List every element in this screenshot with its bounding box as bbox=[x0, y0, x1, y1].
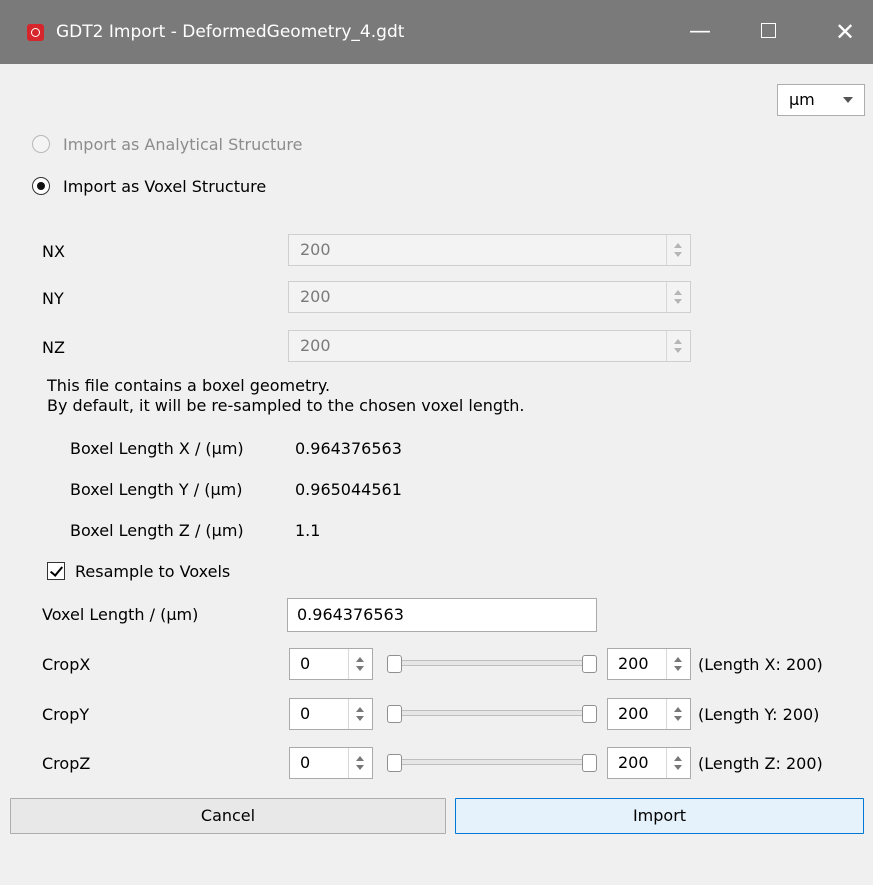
crop-z-max-spinbox[interactable]: 200 bbox=[607, 747, 691, 779]
boxel-length-z-label: Boxel Length Z / (µm) bbox=[70, 521, 244, 540]
crop-x-label: CropX bbox=[42, 655, 91, 674]
boxel-length-x-value: 0.964376563 bbox=[295, 439, 402, 458]
crop-x-max-value: 200 bbox=[618, 654, 649, 673]
boxel-length-y-label: Boxel Length Y / (µm) bbox=[70, 480, 243, 499]
crop-x-min-spinbox[interactable]: 0 bbox=[289, 648, 373, 680]
maximize-icon bbox=[760, 23, 776, 38]
cancel-button[interactable]: Cancel bbox=[10, 798, 446, 834]
close-button[interactable]: ✕ bbox=[823, 10, 867, 54]
dialog-content: µm Import as Analytical Structure Import… bbox=[0, 64, 873, 885]
crop-z-length-label: (Length Z: 200) bbox=[698, 754, 823, 773]
crop-y-max-spinbox[interactable]: 200 bbox=[607, 698, 691, 730]
crop-y-min-spinbox[interactable]: 0 bbox=[289, 698, 373, 730]
crop-x-max-handle[interactable] bbox=[582, 655, 597, 673]
spin-arrows-icon[interactable] bbox=[666, 748, 690, 778]
unit-select[interactable]: µm bbox=[777, 84, 865, 116]
window-title: GDT2 Import - DeformedGeometry_4.gdt bbox=[56, 22, 405, 42]
radio-button-voxel[interactable] bbox=[32, 177, 50, 195]
boxel-length-y-value: 0.965044561 bbox=[295, 480, 402, 499]
crop-z-max-value: 200 bbox=[618, 753, 649, 772]
crop-z-min-value: 0 bbox=[300, 753, 311, 772]
radio-label-analytical: Import as Analytical Structure bbox=[63, 134, 303, 154]
minimize-button[interactable]: — bbox=[678, 10, 722, 54]
radio-label-voxel: Import as Voxel Structure bbox=[63, 176, 267, 196]
crop-z-max-handle[interactable] bbox=[582, 754, 597, 772]
crop-x-range-slider[interactable] bbox=[387, 654, 597, 674]
boxel-length-x-label: Boxel Length X / (µm) bbox=[70, 439, 244, 458]
spin-arrows-icon bbox=[666, 282, 690, 312]
chevron-down-icon bbox=[843, 97, 853, 103]
crop-z-label: CropZ bbox=[42, 754, 91, 773]
nx-value: 200 bbox=[300, 240, 331, 259]
crop-y-min-value: 0 bbox=[300, 704, 311, 723]
spin-arrows-icon[interactable] bbox=[666, 699, 690, 729]
voxel-length-label: Voxel Length / (µm) bbox=[42, 605, 199, 624]
spin-arrows-icon[interactable] bbox=[666, 649, 690, 679]
import-button[interactable]: Import bbox=[455, 798, 864, 834]
spin-arrows-icon bbox=[666, 331, 690, 361]
slider-groove bbox=[391, 759, 593, 765]
crop-z-min-handle[interactable] bbox=[387, 754, 402, 772]
nx-spinbox: 200 bbox=[288, 234, 691, 266]
maximize-button[interactable] bbox=[746, 10, 790, 54]
crop-x-min-handle[interactable] bbox=[387, 655, 402, 673]
radio-button-analytical bbox=[32, 135, 50, 153]
crop-y-max-value: 200 bbox=[618, 704, 649, 723]
crop-x-max-spinbox[interactable]: 200 bbox=[607, 648, 691, 680]
crop-y-length-label: (Length Y: 200) bbox=[698, 705, 820, 724]
crop-z-range-slider[interactable] bbox=[387, 753, 597, 773]
boxel-length-z-value: 1.1 bbox=[295, 521, 321, 540]
crop-y-range-slider[interactable] bbox=[387, 704, 597, 724]
crop-x-min-value: 0 bbox=[300, 654, 311, 673]
info-line-2: By default, it will be re-sampled to the… bbox=[47, 396, 525, 415]
resample-checkbox-row[interactable]: Resample to Voxels bbox=[47, 560, 230, 582]
spin-arrows-icon[interactable] bbox=[348, 699, 372, 729]
spin-arrows-icon[interactable] bbox=[348, 748, 372, 778]
spin-arrows-icon[interactable] bbox=[348, 649, 372, 679]
slider-groove bbox=[391, 660, 593, 666]
title-bar[interactable]: GDT2 Import - DeformedGeometry_4.gdt — ✕ bbox=[0, 0, 873, 64]
unit-select-value: µm bbox=[789, 90, 815, 109]
boxel-info-text: This file contains a boxel geometry. By … bbox=[47, 376, 524, 416]
nz-label: NZ bbox=[42, 338, 65, 357]
ny-spinbox: 200 bbox=[288, 281, 691, 313]
slider-groove bbox=[391, 710, 593, 716]
radio-import-analytical: Import as Analytical Structure bbox=[32, 132, 303, 156]
ny-value: 200 bbox=[300, 287, 331, 306]
radio-import-voxel[interactable]: Import as Voxel Structure bbox=[32, 174, 266, 198]
nz-spinbox: 200 bbox=[288, 330, 691, 362]
info-line-1: This file contains a boxel geometry. bbox=[47, 376, 331, 395]
spin-arrows-icon bbox=[666, 235, 690, 265]
resample-checkbox[interactable] bbox=[47, 562, 65, 580]
resample-label: Resample to Voxels bbox=[75, 561, 231, 581]
nx-label: NX bbox=[42, 242, 65, 261]
nz-value: 200 bbox=[300, 336, 331, 355]
crop-y-label: CropY bbox=[42, 705, 90, 724]
crop-y-min-handle[interactable] bbox=[387, 705, 402, 723]
crop-x-length-label: (Length X: 200) bbox=[698, 655, 823, 674]
ny-label: NY bbox=[42, 289, 64, 308]
voxel-length-input[interactable]: 0.964376563 bbox=[287, 598, 597, 632]
crop-z-min-spinbox[interactable]: 0 bbox=[289, 747, 373, 779]
app-logo-icon bbox=[27, 24, 44, 41]
crop-y-max-handle[interactable] bbox=[582, 705, 597, 723]
